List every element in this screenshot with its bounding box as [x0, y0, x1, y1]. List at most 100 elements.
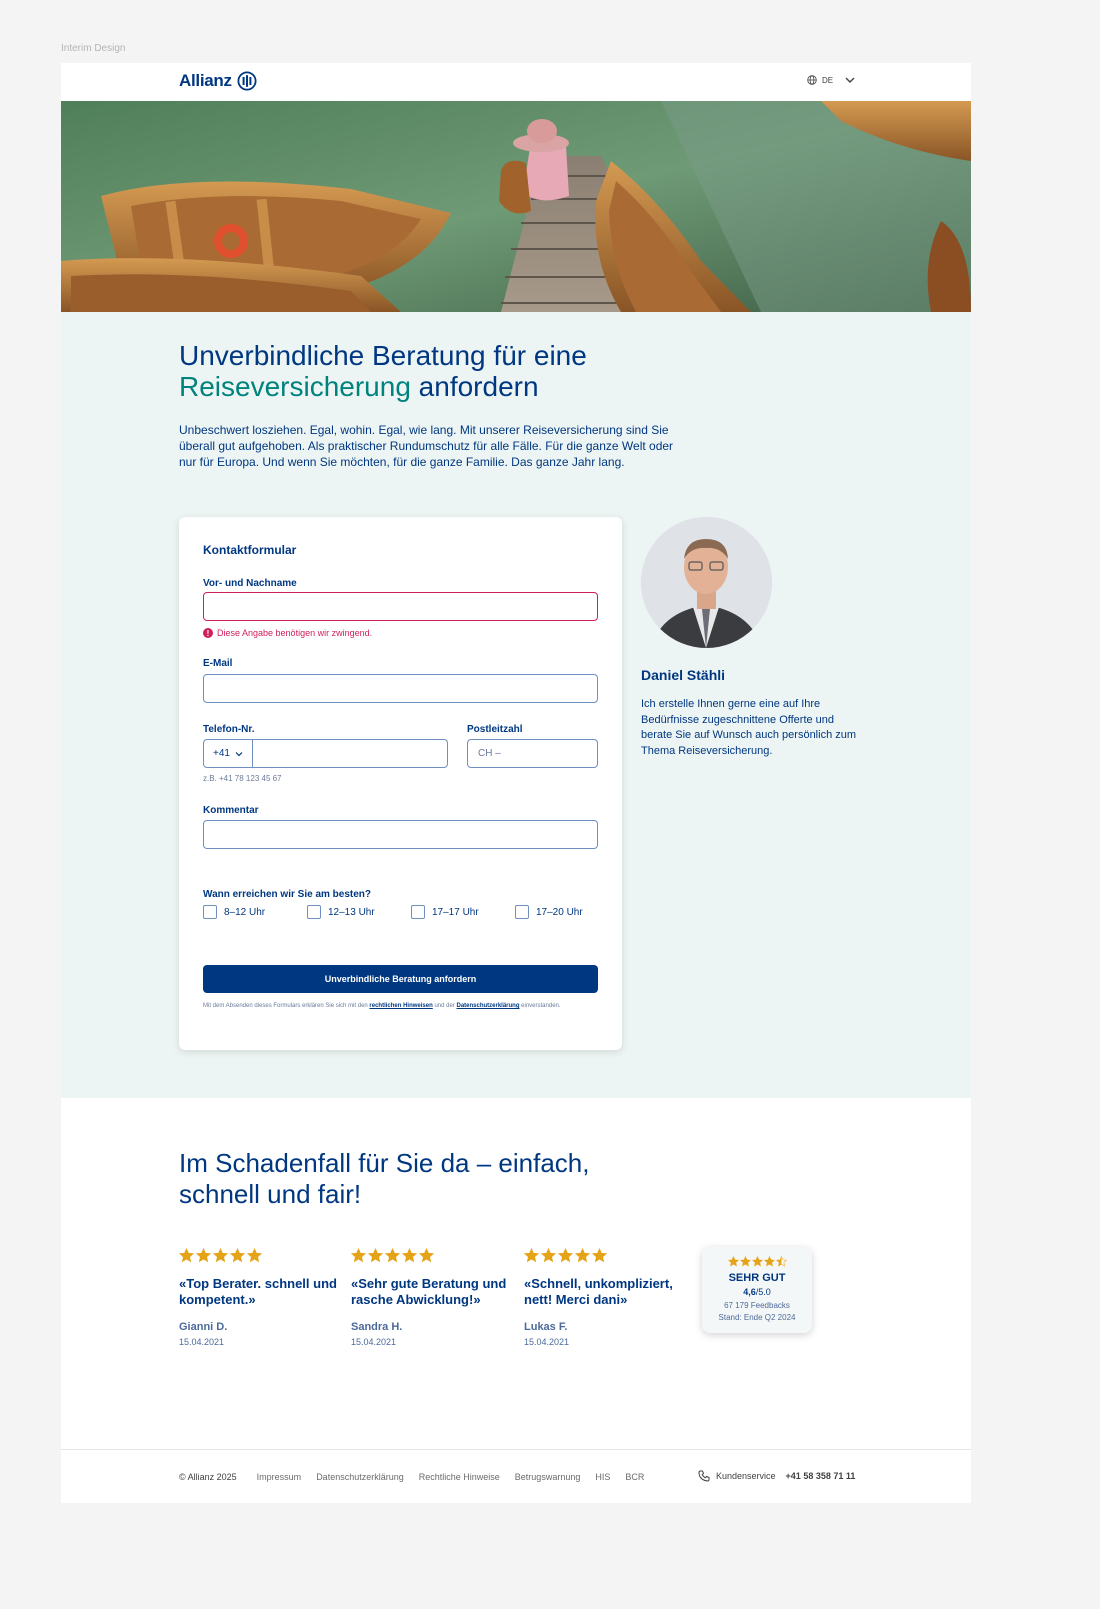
review-stars: [524, 1248, 684, 1263]
star-icon: [368, 1248, 383, 1263]
consultation-section: Unverbindliche Beratung für eine Reiseve…: [61, 312, 971, 1098]
checkbox-box: [307, 905, 321, 919]
review-card: «Sehr gute Beratung und rasche Abwicklun…: [351, 1248, 511, 1347]
time-option-label: 8–12 Uhr: [224, 906, 266, 918]
language-label: DE: [822, 75, 834, 85]
legal-pre: Mit dem Absenden dieses Formulars erklär…: [203, 1003, 368, 1009]
time-option-checkbox[interactable]: 17–17 Uhr: [411, 905, 515, 919]
phone-icon: [698, 1470, 710, 1482]
star-icon: [196, 1248, 211, 1263]
review-quote: «Sehr gute Beratung und rasche Abwicklun…: [351, 1276, 507, 1307]
time-options: 8–12 Uhr 12–13 Uhr 17–17 Uhr 17–20 Uhr: [203, 905, 619, 919]
review-card: «Schnell, unkompliziert, nett! Merci dan…: [524, 1248, 684, 1347]
advisor-photo: [641, 517, 772, 648]
email-input[interactable]: [203, 674, 598, 703]
name-error-text: Diese Angabe benötigen wir zwingend.: [217, 628, 373, 638]
footer-divider: [61, 1449, 971, 1450]
contact-form-card: Kontaktformular Vor- und Nachname ! Dies…: [179, 517, 622, 1050]
star-icon: [402, 1248, 417, 1263]
chevron-down-icon: [845, 77, 855, 83]
page: Allianz DE Unverbindliche Beratung für e…: [61, 63, 971, 1503]
legal-mid: und der: [434, 1003, 455, 1009]
name-label: Vor- und Nachname: [203, 578, 297, 589]
footer-link-privacy[interactable]: Datenschutzerklärung: [316, 1472, 404, 1482]
globe-icon: [807, 75, 817, 85]
review-author: Sandra H.: [351, 1321, 403, 1333]
badge-score-max: /5.0: [755, 1287, 771, 1297]
star-icon: [751, 1256, 763, 1267]
country-code-value: +41: [213, 748, 230, 759]
phone-hint: z.B. +41 78 123 45 67: [203, 774, 282, 783]
star-icon: [419, 1248, 434, 1263]
star-icon: [739, 1256, 751, 1267]
rating-badge[interactable]: SEHR GUT 4,6/5.0 67 179 Feedbacks Stand:…: [702, 1247, 812, 1333]
review-quote: «Top Berater. schnell und kompetent.»: [179, 1276, 337, 1307]
legal-notice: Mit dem Absenden dieses Formulars erklär…: [203, 1002, 598, 1011]
advisor-text: Ich erstelle Ihnen gerne eine auf Ihre B…: [641, 698, 857, 757]
star-icon: [213, 1248, 228, 1263]
star-icon: [541, 1248, 556, 1263]
checkbox-box: [411, 905, 425, 919]
submit-button[interactable]: Unverbindliche Beratung anfordern: [203, 965, 598, 993]
hero-illustration: [61, 101, 971, 312]
star-icon: [727, 1256, 739, 1267]
interim-design-label: Interim Design: [61, 43, 126, 54]
footer-link-legal[interactable]: Rechtliche Hinweise: [419, 1472, 500, 1482]
comment-input[interactable]: [203, 820, 598, 849]
language-selector[interactable]: DE: [807, 75, 856, 85]
checkbox-box: [203, 905, 217, 919]
postal-input[interactable]: CH –: [467, 739, 598, 768]
email-label: E-Mail: [203, 658, 233, 669]
country-code-select[interactable]: +41: [204, 740, 253, 767]
checkbox-box: [515, 905, 529, 919]
site-header: Allianz DE: [61, 63, 971, 101]
review-date: 15.04.2021: [179, 1337, 225, 1347]
star-icon: [575, 1248, 590, 1263]
time-option-checkbox[interactable]: 12–13 Uhr: [307, 905, 411, 919]
footer-link-bcr[interactable]: BCR: [625, 1472, 644, 1482]
phone-label: Telefon-Nr.: [203, 724, 255, 735]
time-option-checkbox[interactable]: 8–12 Uhr: [203, 905, 307, 919]
star-icon: [592, 1248, 607, 1263]
legal-hints-link[interactable]: rechtlichen Hinweisen: [369, 1003, 432, 1009]
badge-feedbacks: 67 179 Feedbacks: [724, 1301, 790, 1310]
name-input[interactable]: [203, 592, 598, 621]
badge-stars: [702, 1256, 812, 1267]
allianz-eagle-icon: [237, 71, 257, 91]
form-title: Kontaktformular: [203, 543, 297, 557]
intro-text: Unbeschwert losziehen. Egal, wohin. Egal…: [179, 423, 674, 469]
star-icon: [385, 1248, 400, 1263]
error-icon: !: [203, 628, 213, 638]
review-date: 15.04.2021: [351, 1337, 397, 1347]
review-quote: «Schnell, unkompliziert, nett! Merci dan…: [524, 1276, 673, 1307]
footer-links: © Allianz 2025 Impressum Datenschutzerkl…: [179, 1472, 659, 1482]
review-card: «Top Berater. schnell und kompetent.» Gi…: [179, 1248, 339, 1347]
review-stars: [179, 1248, 339, 1263]
phone-field: +41: [203, 739, 448, 768]
star-icon: [763, 1256, 775, 1267]
privacy-link[interactable]: Datenschutzerklärung: [456, 1003, 519, 1009]
postal-label: Postleitzahl: [467, 724, 523, 735]
time-option-label: 12–13 Uhr: [328, 906, 375, 918]
phone-input[interactable]: [254, 740, 447, 767]
brand-name: Allianz: [179, 71, 232, 90]
footer-link-his[interactable]: HIS: [595, 1472, 610, 1482]
badge-score-value: 4,6: [743, 1287, 756, 1297]
allianz-logo[interactable]: Allianz: [179, 71, 257, 91]
hero-image: [61, 101, 971, 312]
customer-service[interactable]: Kundenservice +41 58 358 71 11: [698, 1470, 855, 1482]
star-icon: [351, 1248, 366, 1263]
footer-link-fraud[interactable]: Betrugswarnung: [515, 1472, 581, 1482]
service-phone: +41 58 358 71 11: [785, 1471, 856, 1481]
review-author: Lukas F.: [524, 1321, 568, 1333]
page-title: Unverbindliche Beratung für eine Reiseve…: [179, 340, 679, 402]
review-date: 15.04.2021: [524, 1337, 570, 1347]
advisor-name: Daniel Stähli: [641, 667, 726, 683]
title-part-1: Unverbindliche Beratung für eine: [179, 340, 587, 371]
star-icon: [558, 1248, 573, 1263]
legal-post: einverstanden.: [521, 1003, 561, 1009]
footer-link-impressum[interactable]: Impressum: [257, 1472, 302, 1482]
time-option-checkbox[interactable]: 17–20 Uhr: [515, 905, 619, 919]
copyright: © Allianz 2025: [179, 1472, 237, 1482]
service-label: Kundenservice: [716, 1471, 776, 1481]
